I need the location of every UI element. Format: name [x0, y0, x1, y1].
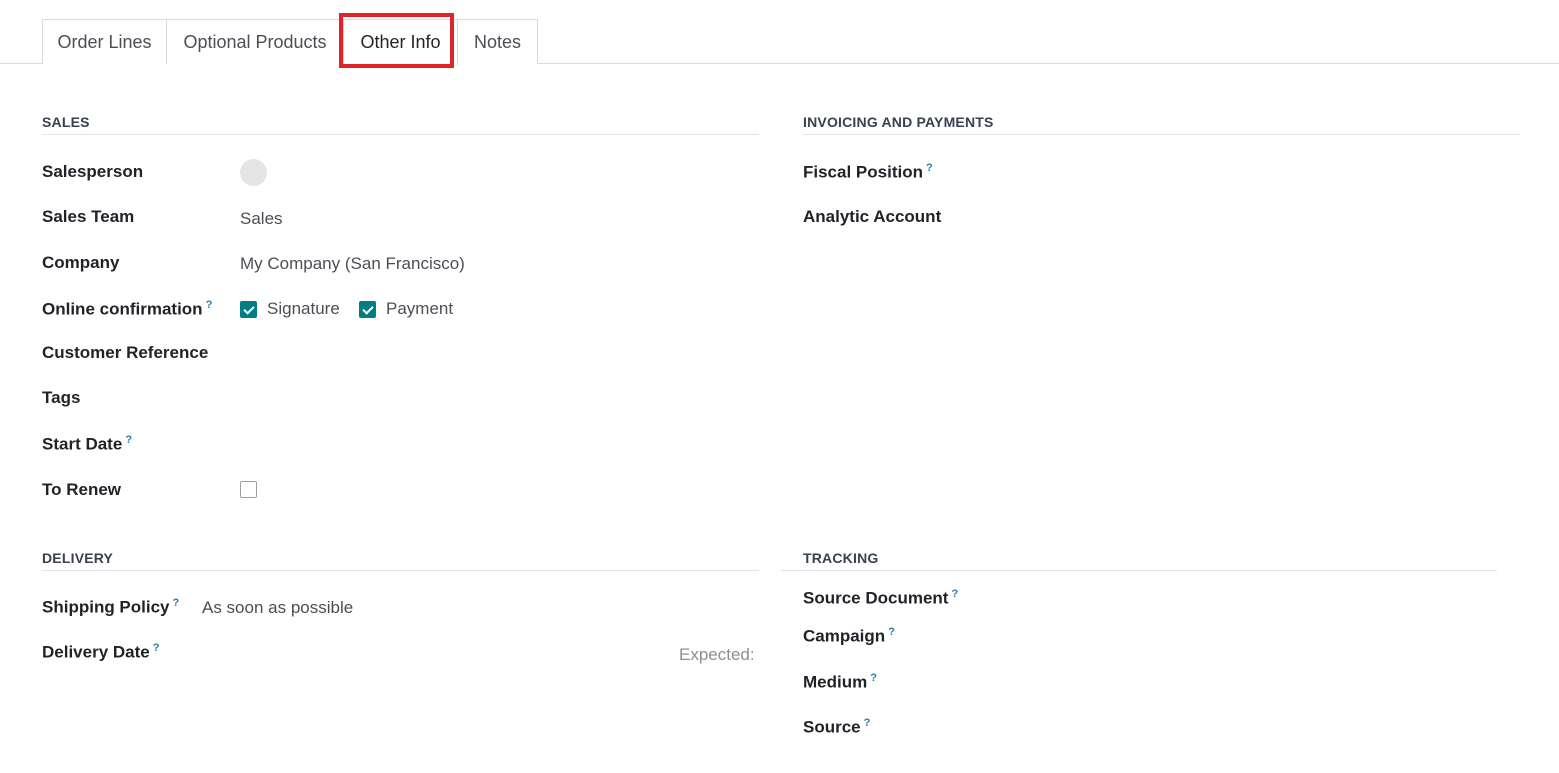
help-icon[interactable]: ?	[864, 717, 871, 729]
fiscal-position-text: Fiscal Position	[803, 162, 923, 182]
shipping-policy-text: Shipping Policy	[42, 597, 170, 617]
customer-reference-label: Customer Reference	[42, 343, 209, 362]
delivery-date-text: Delivery Date	[42, 642, 150, 662]
signature-checkbox-label[interactable]: Signature	[267, 299, 340, 319]
online-confirmation-text: Online confirmation	[42, 299, 203, 319]
help-icon[interactable]: ?	[173, 597, 180, 609]
sales-section-divider	[42, 134, 759, 135]
shipping-policy-field[interactable]: As soon as possible	[202, 598, 353, 618]
help-icon[interactable]: ?	[951, 588, 958, 600]
tab-notes[interactable]: Notes	[457, 19, 538, 64]
source-text: Source	[803, 717, 861, 737]
company-label: Company	[42, 253, 120, 272]
help-icon[interactable]: ?	[153, 642, 160, 654]
medium-text: Medium	[803, 672, 868, 692]
salesperson-avatar[interactable]	[240, 159, 267, 186]
source-document-label: Source Document?	[803, 588, 958, 609]
to-renew-checkbox[interactable]	[240, 481, 257, 498]
tab-other-info[interactable]: Other Info	[343, 19, 458, 65]
help-icon[interactable]: ?	[206, 299, 213, 311]
campaign-label: Campaign?	[803, 626, 895, 647]
company-field[interactable]: My Company (San Francisco)	[240, 254, 465, 274]
to-renew-label: To Renew	[42, 480, 122, 499]
signature-checkbox[interactable]	[240, 301, 257, 318]
salesperson-label: Salesperson	[42, 162, 144, 181]
sales-team-label: Sales Team	[42, 207, 135, 226]
online-confirmation-label: Online confirmation?	[42, 299, 212, 320]
campaign-text: Campaign	[803, 626, 886, 646]
source-label: Source?	[803, 717, 870, 738]
invoicing-section-title: INVOICING AND PAYMENTS	[803, 114, 994, 130]
help-icon[interactable]: ?	[926, 162, 933, 174]
delivery-date-label: Delivery Date?	[42, 642, 159, 663]
delivery-section-title: DELIVERY	[42, 550, 114, 566]
payment-checkbox-label[interactable]: Payment	[386, 299, 453, 319]
sales-section-title: SALES	[42, 114, 90, 130]
start-date-label: Start Date?	[42, 434, 132, 455]
start-date-text: Start Date	[42, 434, 123, 454]
help-icon[interactable]: ?	[888, 626, 895, 638]
tags-label: Tags	[42, 388, 81, 407]
payment-checkbox[interactable]	[359, 301, 376, 318]
help-icon[interactable]: ?	[870, 672, 877, 684]
source-document-text: Source Document	[803, 588, 949, 608]
expected-date-label: Expected:	[679, 645, 755, 664]
delivery-section-divider	[42, 570, 759, 571]
sales-team-field[interactable]: Sales	[240, 209, 283, 229]
analytic-account-label: Analytic Account	[803, 207, 942, 226]
shipping-policy-label: Shipping Policy?	[42, 597, 179, 618]
notebook-tabs: Order Lines Optional Products Other Info…	[0, 0, 1559, 65]
medium-label: Medium?	[803, 672, 877, 693]
tab-optional-products[interactable]: Optional Products	[166, 19, 344, 64]
tab-order-lines[interactable]: Order Lines	[42, 19, 167, 64]
tracking-section-divider	[781, 570, 1497, 571]
help-icon[interactable]: ?	[125, 434, 132, 446]
tracking-section-title: TRACKING	[803, 550, 879, 566]
fiscal-position-label: Fiscal Position?	[803, 162, 933, 183]
invoicing-section-divider	[803, 134, 1520, 135]
